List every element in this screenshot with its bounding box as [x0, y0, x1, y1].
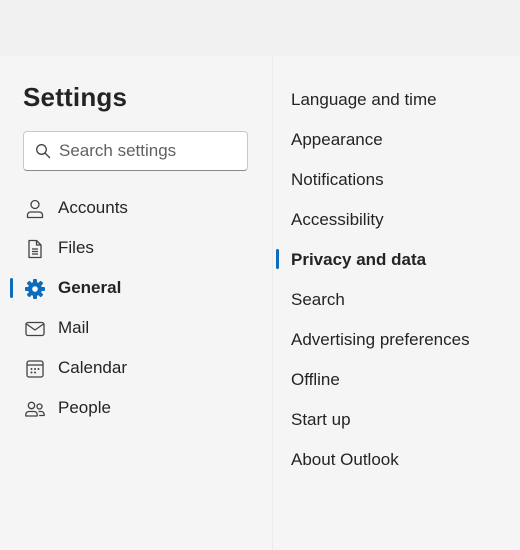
- nav-item-files[interactable]: Files: [0, 228, 272, 268]
- sub-item-label: About Outlook: [291, 450, 399, 469]
- nav-item-label: General: [58, 278, 122, 297]
- mail-icon: [24, 318, 46, 340]
- nav-item-calendar[interactable]: Calendar: [0, 348, 272, 388]
- sub-item-start-up[interactable]: Start up: [273, 400, 520, 440]
- sub-item-offline[interactable]: Offline: [273, 360, 520, 400]
- document-icon: [24, 238, 46, 260]
- sub-item-accessibility[interactable]: Accessibility: [273, 200, 520, 240]
- selection-indicator: [10, 278, 13, 298]
- sub-item-notifications[interactable]: Notifications: [273, 160, 520, 200]
- search-icon: [35, 143, 51, 159]
- nav-item-mail[interactable]: Mail: [0, 308, 272, 348]
- nav-item-label: Accounts: [58, 198, 128, 217]
- nav-item-people[interactable]: People: [0, 388, 272, 428]
- search-box[interactable]: [23, 131, 248, 171]
- page-title: Settings: [23, 82, 128, 112]
- sub-item-label: Advertising preferences: [291, 330, 470, 349]
- sub-item-about-outlook[interactable]: About Outlook: [273, 440, 520, 480]
- sub-item-label: Accessibility: [291, 210, 384, 229]
- people-icon: [24, 398, 46, 420]
- sub-item-privacy-and-data[interactable]: Privacy and data: [273, 240, 520, 280]
- sub-item-label: Privacy and data: [291, 250, 427, 269]
- nav-item-label: People: [58, 398, 111, 417]
- sub-item-language-and-time[interactable]: Language and time: [273, 80, 520, 120]
- general-subcategories: Language and time Appearance Notificatio…: [273, 80, 520, 480]
- nav-item-label: Mail: [58, 318, 90, 337]
- search-input[interactable]: [59, 132, 244, 170]
- sub-item-label: Start up: [291, 410, 351, 429]
- nav-item-accounts[interactable]: Accounts: [0, 188, 272, 228]
- sub-item-label: Language and time: [291, 90, 437, 109]
- sub-item-label: Offline: [291, 370, 340, 389]
- sub-item-label: Search: [291, 290, 345, 309]
- selection-indicator: [276, 249, 279, 269]
- settings-categories: Accounts Files General Mail Calendar Peo…: [0, 188, 272, 428]
- person-icon: [24, 198, 46, 220]
- nav-item-label: Files: [58, 238, 94, 257]
- gear-icon: [24, 278, 46, 300]
- calendar-icon: [24, 358, 46, 380]
- sub-item-appearance[interactable]: Appearance: [273, 120, 520, 160]
- sub-item-label: Appearance: [291, 130, 383, 149]
- sub-item-label: Notifications: [291, 170, 384, 189]
- nav-item-label: Calendar: [58, 358, 127, 377]
- general-settings-pane: Language and time Appearance Notificatio…: [273, 56, 520, 550]
- nav-item-general[interactable]: General: [0, 268, 272, 308]
- settings-nav-pane: Settings Accounts: [0, 56, 272, 550]
- sub-item-search[interactable]: Search: [273, 280, 520, 320]
- sub-item-advertising-preferences[interactable]: Advertising preferences: [273, 320, 520, 360]
- top-bar: [0, 0, 520, 56]
